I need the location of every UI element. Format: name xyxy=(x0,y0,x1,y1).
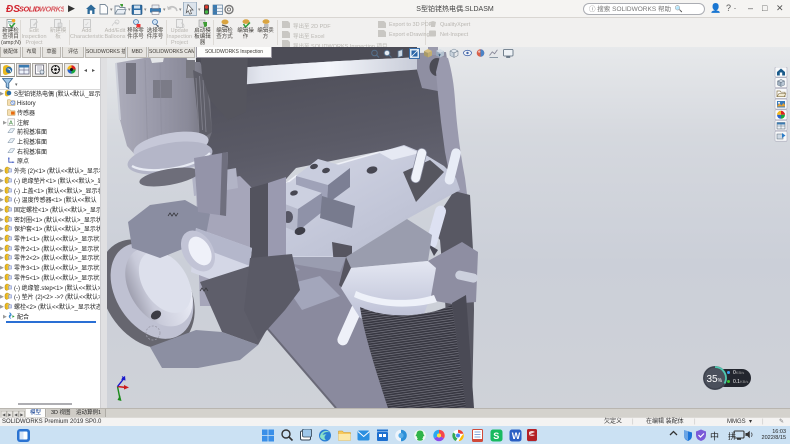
svg-text:WORKS: WORKS xyxy=(39,5,64,14)
svg-text:✓: ✓ xyxy=(84,22,89,28)
svg-text:中: 中 xyxy=(710,431,719,442)
svg-text:▾: ▾ xyxy=(198,7,201,13)
svg-text:拼: 拼 xyxy=(728,431,736,441)
svg-text:▾: ▾ xyxy=(144,7,147,13)
svg-text:◂: ◂ xyxy=(84,68,87,74)
svg-text:▸: ▸ xyxy=(92,68,95,74)
svg-text:▾: ▾ xyxy=(15,82,18,88)
svg-text:SOLID: SOLID xyxy=(19,5,40,14)
svg-text:▾: ▾ xyxy=(110,7,113,13)
svg-text:W: W xyxy=(512,431,521,441)
svg-text:▾: ▾ xyxy=(163,7,166,13)
svg-text:▾: ▾ xyxy=(179,7,182,13)
svg-text:▾: ▾ xyxy=(128,7,131,13)
svg-text:S: S xyxy=(493,431,499,441)
